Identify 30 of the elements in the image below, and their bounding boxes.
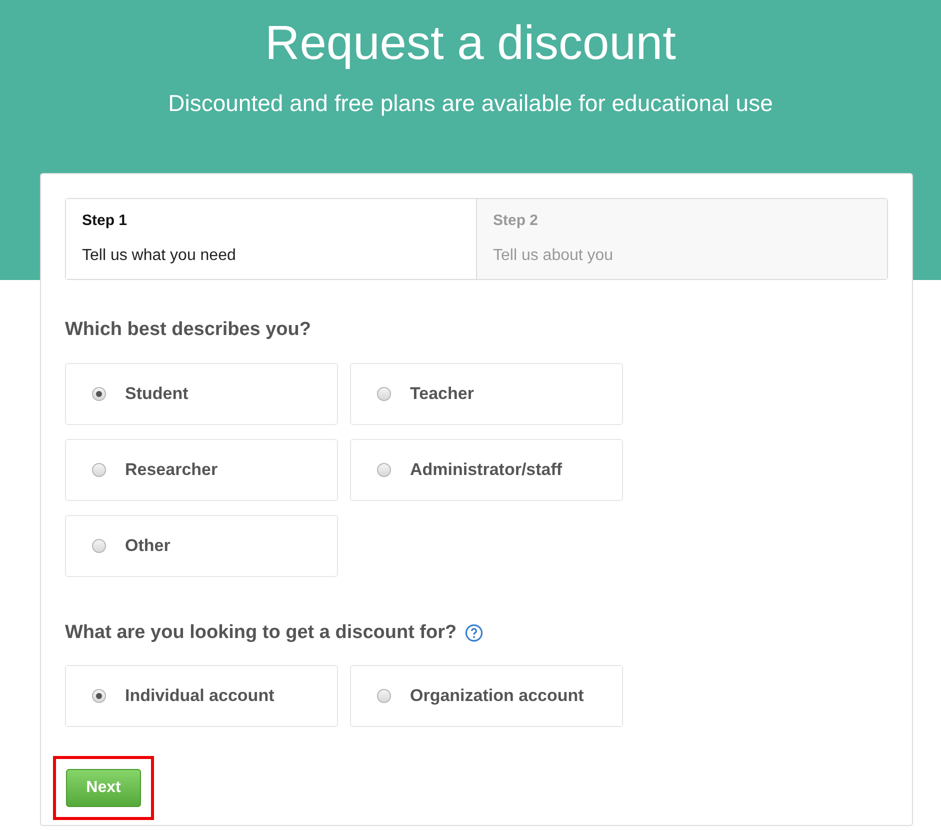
option-card[interactable]: Administrator/staff — [350, 438, 623, 500]
question-heading: What are you looking to get a discount for? — [65, 620, 457, 644]
radio-button[interactable] — [92, 538, 106, 552]
option-card[interactable]: Other — [65, 514, 338, 576]
question-heading: Which best describes you? — [65, 318, 312, 342]
option-card[interactable]: Researcher — [65, 438, 338, 500]
radio-button[interactable] — [377, 386, 391, 400]
radio-button[interactable] — [92, 462, 106, 476]
radio-button[interactable] — [92, 386, 106, 400]
page-subtitle: Discounted and free plans are available for educational use — [168, 89, 773, 118]
help-icon[interactable] — [464, 624, 483, 642]
radio-button[interactable] — [377, 689, 391, 703]
step-description: Tell us what you need — [82, 246, 237, 266]
step-label: Step 2 — [493, 210, 540, 231]
step-description: Tell us about you — [493, 246, 614, 266]
option-card[interactable]: Student — [65, 362, 338, 424]
option-label: Student — [125, 382, 188, 405]
step-label: Step 1 — [82, 210, 128, 231]
option-card[interactable]: Organization account — [350, 665, 623, 727]
option-label: Individual account — [125, 685, 274, 708]
option-card[interactable]: Teacher — [350, 362, 623, 424]
option-label: Researcher — [125, 458, 218, 481]
option-label: Other — [125, 534, 170, 557]
radio-button[interactable] — [92, 689, 106, 703]
option-label: Administrator/staff — [410, 458, 562, 481]
option-label: Organization account — [410, 685, 584, 708]
radio-button[interactable] — [377, 462, 391, 476]
option-label: Teacher — [410, 382, 474, 405]
page-title: Request a discount — [265, 16, 676, 72]
option-card[interactable]: Individual account — [65, 665, 338, 727]
